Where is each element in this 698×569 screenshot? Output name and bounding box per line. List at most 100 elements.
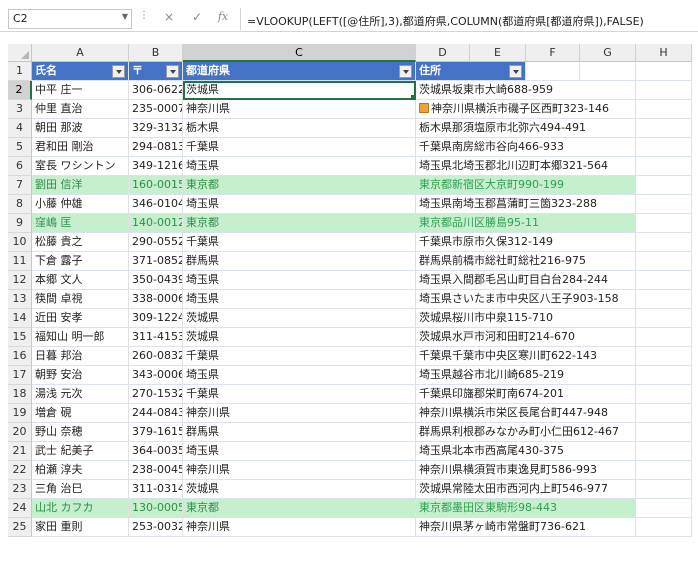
zip-cell[interactable]: 238-0045	[129, 461, 183, 480]
address-cell[interactable]: 千葉県市原市久保312-149	[416, 233, 636, 252]
row-header[interactable]: 24	[8, 499, 32, 518]
empty-cell[interactable]	[636, 518, 692, 537]
empty-cell[interactable]	[636, 100, 692, 119]
row-header[interactable]: 16	[8, 347, 32, 366]
filter-dropdown-icon[interactable]	[399, 65, 412, 78]
header-address[interactable]: 住所	[416, 62, 526, 81]
prefecture-cell[interactable]: 埼玉県	[183, 290, 416, 309]
zip-cell[interactable]: 160-0015	[129, 176, 183, 195]
column-header-g[interactable]: G	[580, 44, 636, 62]
row-header[interactable]: 13	[8, 290, 32, 309]
zip-cell[interactable]: 343-0006	[129, 366, 183, 385]
name-cell[interactable]: 柏瀬 淳夫	[32, 461, 129, 480]
zip-cell[interactable]: 130-0005	[129, 499, 183, 518]
header-prefecture[interactable]: 都道府県	[183, 62, 416, 81]
empty-cell[interactable]	[636, 214, 692, 233]
prefecture-cell[interactable]: 東京都	[183, 214, 416, 233]
name-cell[interactable]: 三角 治巳	[32, 480, 129, 499]
name-cell[interactable]: 窪嶋 匡	[32, 214, 129, 233]
prefecture-cell[interactable]: 神奈川県	[183, 100, 416, 119]
zip-cell[interactable]: 244-0843	[129, 404, 183, 423]
name-cell[interactable]: 中平 庄一	[32, 81, 129, 100]
address-cell[interactable]: 東京都墨田区東駒形98-443	[416, 499, 636, 518]
chevron-down-icon[interactable]: ▼	[122, 12, 128, 21]
zip-cell[interactable]: 306-0622	[129, 81, 183, 100]
zip-cell[interactable]: 294-0813	[129, 138, 183, 157]
empty-cell[interactable]	[636, 62, 692, 81]
prefecture-cell[interactable]: 神奈川県	[183, 461, 416, 480]
empty-cell[interactable]	[636, 442, 692, 461]
empty-cell[interactable]	[636, 195, 692, 214]
zip-cell[interactable]: 140-0012	[129, 214, 183, 233]
address-cell[interactable]: 東京都新宿区大京町990-199	[416, 176, 636, 195]
name-cell[interactable]: 山北 カフカ	[32, 499, 129, 518]
prefecture-cell[interactable]: 栃木県	[183, 119, 416, 138]
prefecture-cell[interactable]: 群馬県	[183, 423, 416, 442]
name-cell[interactable]: 増倉 硯	[32, 404, 129, 423]
select-all-corner[interactable]	[8, 44, 32, 62]
row-header[interactable]: 9	[8, 214, 32, 233]
row-header[interactable]: 6	[8, 157, 32, 176]
empty-cell[interactable]	[636, 233, 692, 252]
zip-cell[interactable]: 346-0104	[129, 195, 183, 214]
prefecture-cell[interactable]: 千葉県	[183, 385, 416, 404]
row-header[interactable]: 15	[8, 328, 32, 347]
row-header[interactable]: 22	[8, 461, 32, 480]
zip-cell[interactable]: 260-0832	[129, 347, 183, 366]
row-header[interactable]: 12	[8, 271, 32, 290]
column-header-d[interactable]: D	[416, 44, 470, 62]
header-name[interactable]: 氏名	[32, 62, 129, 81]
empty-cell[interactable]	[636, 385, 692, 404]
address-cell[interactable]: 群馬県利根郡みなかみ町小仁田612-467	[416, 423, 636, 442]
row-header[interactable]: 8	[8, 195, 32, 214]
empty-cell[interactable]	[636, 499, 692, 518]
prefecture-cell[interactable]: 東京都	[183, 499, 416, 518]
empty-cell[interactable]	[636, 309, 692, 328]
address-cell[interactable]: 栃木県那須塩原市北弥六494-491	[416, 119, 636, 138]
name-cell[interactable]: 野山 奈穂	[32, 423, 129, 442]
row-header[interactable]: 11	[8, 252, 32, 271]
cancel-icon[interactable]: ×	[160, 10, 178, 26]
empty-cell[interactable]	[636, 176, 692, 195]
formula-input[interactable]: =VLOOKUP(LEFT([@住所],3),都道府県,COLUMN(都道府県[…	[247, 13, 644, 29]
row-header[interactable]: 14	[8, 309, 32, 328]
filter-dropdown-icon[interactable]	[509, 65, 522, 78]
prefecture-cell[interactable]: 東京都	[183, 176, 416, 195]
zip-cell[interactable]: 338-0006	[129, 290, 183, 309]
empty-cell[interactable]	[636, 347, 692, 366]
name-cell[interactable]: 近田 安孝	[32, 309, 129, 328]
zip-cell[interactable]: 349-1216	[129, 157, 183, 176]
empty-cell[interactable]	[580, 62, 636, 81]
empty-cell[interactable]	[636, 366, 692, 385]
filter-dropdown-icon[interactable]	[166, 65, 179, 78]
empty-cell[interactable]	[636, 252, 692, 271]
prefecture-cell[interactable]: 埼玉県	[183, 195, 416, 214]
prefecture-cell[interactable]: 千葉県	[183, 233, 416, 252]
name-cell[interactable]: 家田 重則	[32, 518, 129, 537]
address-cell[interactable]: 千葉県南房総市谷向466-933	[416, 138, 636, 157]
address-cell[interactable]: 埼玉県越谷市北川崎685-219	[416, 366, 636, 385]
address-cell[interactable]: 千葉県千葉市中央区寒川町622-143	[416, 347, 636, 366]
name-cell[interactable]: 下倉 露子	[32, 252, 129, 271]
row-header[interactable]: 7	[8, 176, 32, 195]
prefecture-cell[interactable]: 群馬県	[183, 252, 416, 271]
zip-cell[interactable]: 371-0852	[129, 252, 183, 271]
empty-cell[interactable]	[636, 119, 692, 138]
column-header-a[interactable]: A	[32, 44, 129, 62]
empty-cell[interactable]	[636, 480, 692, 499]
address-cell[interactable]: 茨城県坂東市大崎688-959	[416, 81, 636, 100]
address-cell[interactable]: 神奈川県横浜市磯子区西町323-146	[416, 100, 636, 119]
row-header[interactable]: 1	[8, 62, 32, 81]
name-cell[interactable]: 朝野 安治	[32, 366, 129, 385]
column-header-c[interactable]: C	[183, 44, 416, 62]
prefecture-cell[interactable]: 埼玉県	[183, 271, 416, 290]
name-cell[interactable]: 朝田 那波	[32, 119, 129, 138]
name-cell[interactable]: 湯浅 元次	[32, 385, 129, 404]
row-header[interactable]: 18	[8, 385, 32, 404]
prefecture-cell[interactable]: 茨城県	[183, 81, 416, 100]
more-options-icon[interactable]: ⋮	[139, 10, 149, 21]
insert-function-icon[interactable]: fx	[214, 10, 232, 26]
address-cell[interactable]: 埼玉県入間郡毛呂山町目白台284-244	[416, 271, 636, 290]
address-cell[interactable]: 神奈川県横須賀市東逸見町586-993	[416, 461, 636, 480]
address-cell[interactable]: 茨城県常陸太田市西河内上町546-977	[416, 480, 636, 499]
